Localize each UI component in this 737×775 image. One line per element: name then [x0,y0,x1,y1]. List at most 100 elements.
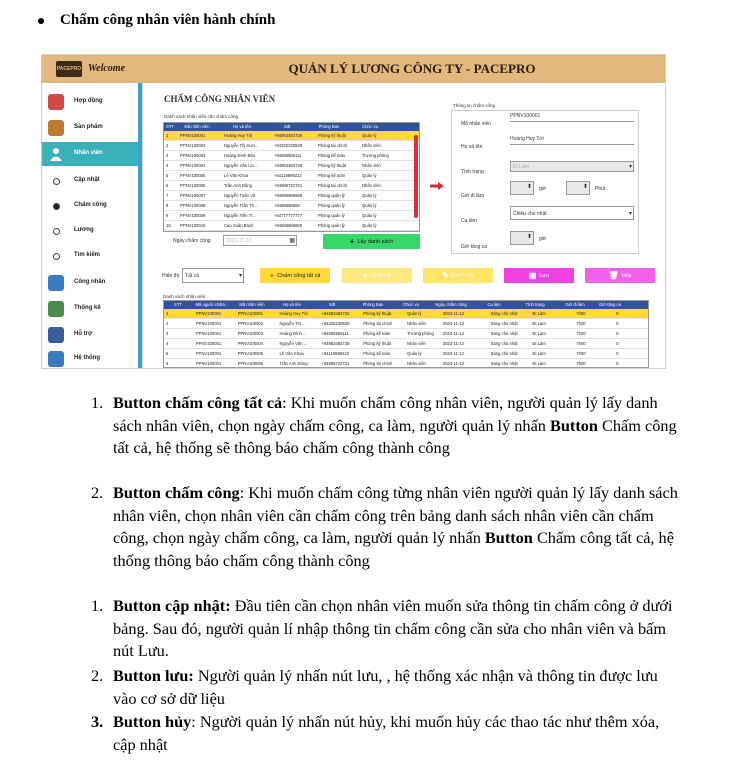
table-row[interactable]: 7 PPNV100007 Nguyễn Tuấn Vũ +84999999999 Phò… [164,191,419,201]
employee-table[interactable]: STT Mã nhân viên Họ và tên Sđt Phòng Ban Chức… [163,122,420,232]
column-header[interactable]: Sđt [266,123,308,131]
attendance-table[interactable]: STT Mã người chấm... Mã nhân viên Họ và tên… [163,300,649,368]
checkin-minute-spinner[interactable]: ⬍ [566,181,590,195]
stats-icon [48,301,64,317]
check-all-button[interactable]: + Chấm công tất cả [260,268,330,283]
table-row[interactable]: 4 PPNV100001 PPNV100004 Nguyễn Văn ... +8498… [164,339,648,349]
save-button[interactable]: ▣ Lưu [504,268,574,283]
column-header[interactable]: Phòng Ban [308,123,350,131]
table-cell: Phòng tài chính [363,321,393,326]
column-header[interactable]: Phòng Ban [352,301,394,309]
save-label: Lưu [539,272,550,279]
sidebar-item[interactable]: Hệ thống [42,347,138,368]
sidebar-item-label: Hợp đồng [74,98,103,104]
worker-icon [48,275,64,291]
status-label: Tình trạng [461,169,484,175]
table-row[interactable]: 2 PPNV100002 Nguyễn Thị Hươ... +84325230839… [164,141,419,151]
welcome-text: Welcome [88,63,126,74]
sidebar-subitem-label: Lương [74,227,94,233]
table-row[interactable]: 6 PPNV100006 Trần Anh Dũng +84985722721 Phòn… [164,181,419,191]
system-icon [48,351,64,367]
table-cell: PPNV100001 [195,351,222,356]
sidebar-subitem[interactable]: Cập nhật [42,170,138,192]
checkin-hour-spinner[interactable]: ⬍ [510,181,534,195]
table-cell: PPNV100002 [180,143,206,148]
table-row[interactable]: 10 PPNV100010 Cao Xuân Bách +84666666666 Phò… [164,221,419,231]
table-row[interactable]: 3 PPNV100001 PPNV100003 Hoàng Đình... +84555… [164,329,648,339]
item-title: Button chấm công tất cả [113,393,283,412]
sidebar-item[interactable]: Hỗ trợ [42,323,138,347]
table-row[interactable]: 6 PPNV100001 PPNV100006 Trần Anh Dũng +84985… [164,359,648,368]
name-field[interactable]: Hoàng Huy Tới [510,135,634,145]
sidebar-item[interactable]: Thống kê [42,297,138,321]
table-row[interactable]: 5 PPNV100005 Lê Văn Khoa +84119999222 Phòng … [164,171,419,181]
column-header[interactable]: Họ và tên [218,123,266,131]
employee-table-scrollbar[interactable] [414,135,418,218]
column-header[interactable]: Sđt [312,301,352,309]
table-cell: PPNV100001 [195,321,222,326]
column-header[interactable]: Mã nhân viên [232,301,272,309]
date-picker[interactable]: 2023-11-12 ▦ [223,235,297,246]
table-cell: PPNV100007 [180,193,206,198]
emp-id-field[interactable]: PPNV100001 [510,112,634,122]
column-header[interactable]: Giờ đi làm [556,301,594,309]
table-header: STT Mã nhân viên Họ và tên Sđt Phòng Ban Chức… [164,123,419,131]
minute-label: Phút [595,186,606,192]
table-row[interactable]: 4 PPNV100004 Nguyễn Văn Lin... +84983484728… [164,161,419,171]
table-cell: Sáng chủ nhật [490,321,518,326]
table-row[interactable]: 5 PPNV100001 PPNV100005 Lê Văn Khoa +8411999… [164,349,648,359]
column-header[interactable]: STT [164,123,176,131]
table-cell: 2 [166,143,169,148]
column-header[interactable]: Giờ tăng ca [594,301,626,309]
sidebar-item[interactable]: Công nhân [42,271,138,295]
cancel-button[interactable]: 🗑 Hủy [585,268,655,283]
table-row[interactable]: 2 PPNV100001 PPNV100002 Nguyễn Thị ... +8432… [164,319,648,329]
plus-icon: + [362,271,368,280]
table-cell: Phòng kế toán [318,173,346,178]
status-select[interactable]: Đi Làm ▾ [510,161,634,172]
item-title: Button cập nhật: [113,596,231,615]
sidebar-item[interactable]: Hợp đồng [42,90,138,114]
shift-select[interactable]: Chiều chủ nhật ▾ [510,206,634,220]
sidebar-subitem[interactable]: Tìm kiếm [42,245,138,267]
date-label: Ngày chấm công [173,238,211,244]
column-header[interactable]: Mã người chấm... [192,301,232,309]
table-cell: PPNV100003 [180,153,206,158]
table-cell: Đi Làm [532,321,546,326]
sidebar-subitem[interactable]: Chấm công [42,195,138,217]
item-emphasis: Button [550,415,598,435]
sidebar-subitem-label: Cập nhật [74,177,100,183]
item-title: Button hủy [113,712,192,731]
column-header[interactable]: Mã nhân viên [176,123,218,131]
column-header[interactable]: STT [164,301,192,309]
item-text: : Người quản lý nhấn nút hủy, khi muốn h… [113,712,660,754]
update-button[interactable]: ✎ Cập nhật [423,268,493,283]
table-cell: +84983484728 [274,163,303,168]
table-cell: 7h00 [576,331,586,336]
table-cell: PPNV100001 [195,341,222,346]
table-row[interactable]: 1 PPNV100001 Hoàng Huy Tới +84983484725 Phòn… [164,131,419,141]
table-row[interactable]: 9 PPNV100009 Nguyễn Tiến Tr... +84777777777… [164,211,419,221]
column-header[interactable]: Họ và tên [272,301,312,309]
table-row[interactable]: 8 PPNV100008 Nguyễn Trần Th... +8488888888 P… [164,201,419,211]
check-button[interactable]: + Chấm lạ [342,268,412,283]
ot-hour-spinner[interactable]: ⬍ [510,231,534,245]
chevron-down-icon: ▾ [628,164,632,170]
sidebar-item[interactable]: Sản phẩm [42,116,138,140]
get-list-button[interactable]: + Lấy danh sách [323,234,420,249]
column-header[interactable]: Tình trạng [514,301,556,309]
column-header[interactable]: Ca làm [474,301,514,309]
table-row[interactable]: 1 PPNV100001 PPNV100001 Hoàng Huy Tới +84983… [164,309,648,319]
sidebar-item[interactable]: Nhân viên [42,142,138,166]
item-emphasis: Button [484,528,533,547]
table-cell: Phòng quản lý [318,223,345,228]
table-cell: 0 [616,321,619,326]
table-cell: 9 [166,213,169,218]
column-header[interactable]: Chức vụ [350,123,390,131]
column-header[interactable]: Chức vụ [394,301,428,309]
table-row[interactable]: 3 PPNV100003 Hoàng Đình Bảo +84555555111 Phò… [164,151,419,161]
filter-select[interactable]: Tất cả ▾ [182,268,244,283]
table-cell: 2023-11-12 [442,331,464,336]
sidebar-subitem[interactable]: Lương [42,220,138,242]
column-header[interactable]: Ngày chấm công [428,301,474,309]
